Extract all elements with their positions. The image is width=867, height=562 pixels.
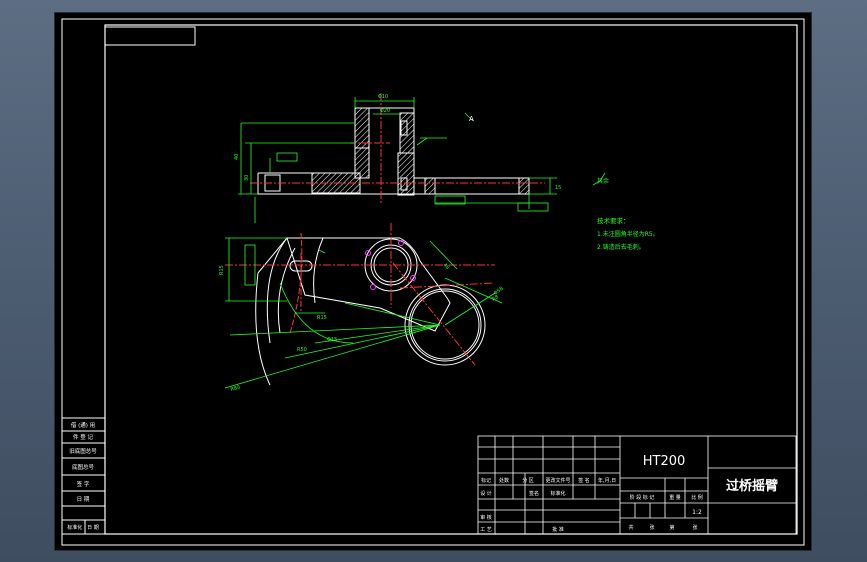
outer-border [61,18,805,546]
side-row-0: 借 (通) 用 [71,421,95,429]
tb-header-3: 更改文件号 [545,477,570,484]
tech-req-heading: 技术要求： [597,216,630,225]
tb-sheets-0: 共 [628,524,633,531]
tb-stage-0: 阶 段 标 记 [630,494,655,501]
part-name: 过桥摇臂 [726,478,778,494]
tb-sheets-2: 第 [669,524,674,531]
technical-requirements: 技术要求： 1.未注圆角半径为R5。 2.铸造后去毛刺。 [597,216,659,251]
tb-process-0: 工 艺 [480,527,492,533]
dim-label-11: Φ15 [327,337,337,343]
dim-label-5: R15 [219,265,225,275]
roughness-label: 其余 [597,177,609,185]
tb-header-2: 分 区 [522,477,534,484]
dim-label-10: R50 [297,347,307,353]
tb-sheets-3: 张 [692,524,697,531]
side-row-4: 签 字 [77,480,90,488]
dim-label-3: 30 [244,175,250,181]
dim-label-4: 15 [555,185,561,191]
dim-label-12: R80 [230,385,241,393]
tb-stage-1: 重 量 [669,494,681,501]
tb-design-1: 签名 [529,490,539,497]
tb-design-2: 标准化 [550,490,565,497]
section-dim-text: Φ10 Φ20 40 30 15 其余 A [234,94,609,191]
side-row-6: 标准化 | 日 期 [67,524,98,531]
inner-border [104,24,798,535]
drawing-sheet: 借 (通) 用 件 登 记 旧底图总号 底图总号 签 字 日 期 标准化 | 日… [55,13,811,550]
tb-header-1: 处数 [499,477,509,484]
cad-drawing: 借 (通) 用 件 登 记 旧底图总号 底图总号 签 字 日 期 标准化 | 日… [61,18,805,546]
side-row-2: 旧底图总号 [69,447,97,455]
tb-stage-2: 比 例 [691,494,703,501]
tb-header-4: 签 名 [578,477,590,484]
section-dimensions [238,97,606,223]
dim-label-2: 40 [234,154,240,160]
section-view [250,93,545,203]
material-label: HT200 [643,454,686,469]
scale-value: 1:2 [692,509,702,516]
tech-req-item-1: 2.铸造后去毛刺。 [597,243,645,251]
tech-req-item-0: 1.未注圆角半径为R5。 [597,230,659,238]
dim-label-0: Φ10 [378,94,388,100]
side-row-1: 件 登 记 [73,433,93,441]
plan-dimensions [224,237,503,389]
tb-process-1: 批 准 [552,526,564,533]
drawing-number-box [104,26,196,46]
tb-header-5: 年,月,日 [598,477,616,484]
dim-label-1: Φ20 [380,108,390,114]
plan-dim-text: R15 R15 48 R8 Φ58 R50 Φ15 R80 [219,262,505,393]
view-label: A [469,115,474,123]
tb-design-0: 设 计 [480,490,492,497]
side-table: 借 (通) 用 件 登 记 旧底图总号 底图总号 签 字 日 期 标准化 | 日… [61,417,106,535]
tb-sheets-1: 张 [649,524,654,531]
dim-label-6: R15 [317,315,327,321]
tb-header-0: 标记 [481,477,491,484]
dim-label-7: 48 [442,262,451,271]
side-row-5: 日 期 [77,496,90,503]
side-row-3: 底图总号 [72,463,95,471]
plan-view [225,223,495,386]
dim-label-9: Φ58 [493,286,505,297]
tb-audit-0: 审 核 [480,514,492,521]
